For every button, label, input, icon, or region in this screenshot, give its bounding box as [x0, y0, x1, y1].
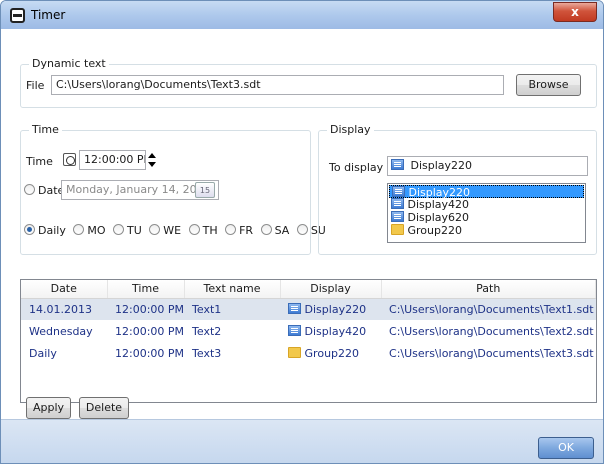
cell-path: C:\Users\lorang\Documents\Text2.sdt [389, 324, 594, 338]
list-item-display620[interactable]: Display620 [389, 211, 584, 224]
ok-button[interactable]: OK [538, 437, 594, 459]
display-select-value: Display220 [410, 159, 473, 172]
app-icon [10, 8, 25, 23]
radio-icon [188, 224, 200, 235]
radio-icon [296, 224, 308, 235]
display-icon [391, 211, 404, 222]
time-label: Time [26, 155, 53, 168]
date-option[interactable]: Date [24, 184, 64, 197]
radio-we[interactable]: WE [149, 224, 181, 237]
window-title: Timer [31, 8, 66, 22]
display-group: Display To display Display220 Display220… [318, 123, 597, 255]
dialog-content: Dynamic text File C:\Users\lorang\Docume… [9, 35, 597, 419]
cell-display: Display420 [280, 320, 381, 342]
list-item-display420[interactable]: Display420 [389, 198, 584, 211]
clock-icon [63, 153, 76, 166]
cell-time: 12:00:00 PM [107, 298, 185, 320]
dynamic-text-group: Dynamic text File C:\Users\lorang\Docume… [20, 57, 597, 108]
timer-window: Timer x Dynamic text File C:\Users\loran… [0, 0, 604, 464]
day-radio-group: Daily MO TU WE TH FR SA SU [24, 224, 330, 237]
radio-selected-icon [24, 224, 35, 235]
cell-display: Display220 [280, 298, 382, 320]
header-date[interactable]: Date [21, 280, 108, 299]
radio-mo[interactable]: MO [73, 224, 106, 237]
time-input[interactable]: 12:00:00 PM [79, 150, 146, 170]
header-text-name[interactable]: Text name [184, 280, 281, 299]
display-icon [392, 186, 405, 197]
timer-table[interactable]: Date Time Text name Display Path 14.01.2… [20, 279, 597, 403]
folder-icon [288, 346, 302, 358]
time-legend: Time [29, 123, 62, 136]
header-display[interactable]: Display [280, 280, 382, 299]
display-icon [391, 198, 404, 209]
radio-th[interactable]: TH [188, 224, 218, 237]
radio-icon [113, 224, 124, 235]
radio-daily[interactable]: Daily [24, 224, 66, 237]
table-header-row: Date Time Text name Display Path [21, 280, 597, 299]
radio-tu[interactable]: TU [113, 224, 142, 237]
cell-path: C:\Users\lorang\Documents\Text1.sdt [381, 298, 596, 320]
time-group: Time Time 12:00:00 PM Date Monday, Janua… [20, 123, 326, 255]
display-legend: Display [327, 123, 374, 136]
folder-icon [391, 224, 404, 235]
display-list[interactable]: Display220 Display420 Display620 Group22… [387, 183, 586, 243]
cell-text-name: Text2 [192, 324, 222, 338]
radio-fr[interactable]: FR [225, 224, 253, 237]
cell-path: C:\Users\lorang\Documents\Text3.sdt [389, 346, 594, 360]
delete-button[interactable]: Delete [79, 397, 129, 419]
calendar-icon[interactable]: 15 [195, 182, 215, 198]
cell-text-name: Text1 [184, 298, 281, 320]
header-path[interactable]: Path [381, 280, 597, 299]
cell-date: Wednesday [29, 324, 93, 338]
list-item-group220[interactable]: Group220 [389, 224, 584, 237]
display-icon [288, 324, 302, 336]
cell-time: 12:00:00 PM [115, 324, 185, 338]
cell-time: 12:00:00 PM [115, 346, 185, 360]
cell-display: Group220 [280, 342, 381, 364]
cell-date: Daily [29, 346, 57, 360]
close-button[interactable]: x [553, 2, 597, 22]
apply-button[interactable]: Apply [26, 397, 71, 419]
display-icon [288, 302, 302, 314]
file-path-input[interactable]: C:\Users\lorang\Documents\Text3.sdt [51, 75, 504, 95]
time-spinner-icon[interactable] [148, 152, 156, 168]
to-display-label: To display [329, 161, 384, 174]
radio-icon [225, 224, 237, 235]
title-bar[interactable]: Timer x [1, 1, 603, 29]
radio-icon [73, 224, 85, 235]
table-row[interactable]: Daily 12:00:00 PM Text3 Group220 C:\User… [21, 342, 596, 364]
display-select[interactable]: Display220 [387, 156, 588, 176]
dialog-footer: OK [1, 419, 603, 463]
radio-icon [260, 224, 272, 235]
dynamic-text-legend: Dynamic text [29, 57, 109, 70]
browse-button[interactable]: Browse [516, 74, 581, 96]
table-row[interactable]: Wednesday 12:00:00 PM Text2 Display420 C… [21, 320, 596, 342]
date-radio-icon[interactable] [24, 184, 35, 195]
file-label: File [26, 79, 45, 92]
header-time[interactable]: Time [107, 280, 185, 299]
radio-sa[interactable]: SA [260, 224, 289, 237]
radio-icon [149, 224, 161, 235]
cell-text-name: Text3 [192, 346, 222, 360]
display-icon [391, 159, 404, 170]
table-row[interactable]: 14.01.2013 12:00:00 PM Text1 Display220 … [21, 298, 596, 320]
cell-date: 14.01.2013 [21, 298, 107, 320]
list-item-display220[interactable]: Display220 [389, 185, 584, 199]
